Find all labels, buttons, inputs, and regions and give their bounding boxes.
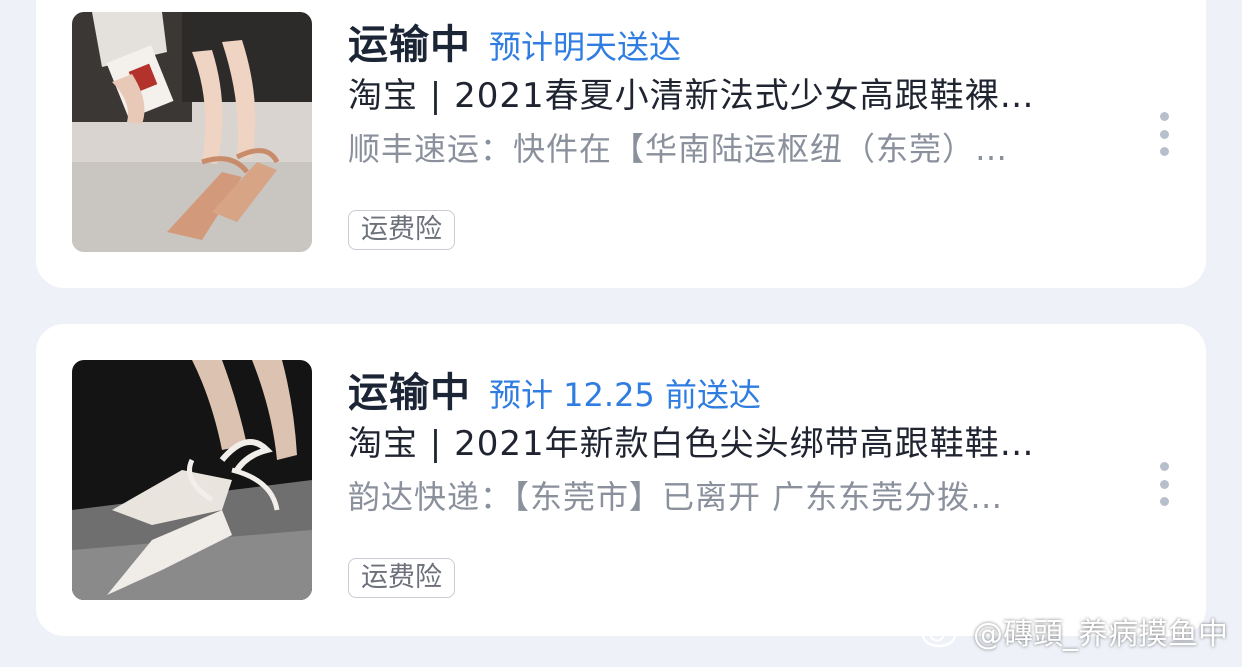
weibo-logo-icon (921, 617, 963, 648)
product-title: 淘宝 | 2021年新款白色尖头绑带高跟鞋鞋… (348, 424, 1035, 464)
product-image[interactable] (72, 12, 312, 252)
status-row: 运输中 预计明天送达 (348, 12, 1128, 68)
shipping-insurance-badge: 运费险 (348, 210, 455, 250)
status-row: 运输中 预计 12.25 前送达 (348, 360, 1128, 416)
tracking-update: 韵达快递：【东莞市】已离开 广东东莞分拨… (348, 478, 1004, 516)
shipping-insurance-badge: 运费险 (348, 558, 455, 598)
tracking-update: 顺丰速运：快件在【华南陆运枢纽（东莞）… (348, 130, 1009, 168)
watermark: @磚頭_养病摸鱼中 (921, 609, 1228, 653)
order-info: 运输中 预计明天送达 淘宝 | 2021春夏小清新法式少女高跟鞋裸… 顺丰速运：… (348, 12, 1128, 250)
more-vertical-icon[interactable] (1158, 112, 1170, 156)
order-card[interactable]: 运输中 预计 12.25 前送达 淘宝 | 2021年新款白色尖头绑带高跟鞋鞋…… (36, 324, 1206, 636)
watermark-text: @磚頭_养病摸鱼中 (973, 617, 1228, 652)
product-title: 淘宝 | 2021春夏小清新法式少女高跟鞋裸… (348, 76, 1035, 116)
delivery-estimate: 预计明天送达 (489, 28, 682, 66)
more-vertical-icon[interactable] (1158, 462, 1170, 506)
shipping-status: 运输中 (348, 22, 471, 68)
shipping-status: 运输中 (348, 370, 471, 416)
product-image[interactable] (72, 360, 312, 600)
delivery-estimate: 预计 12.25 前送达 (489, 376, 761, 414)
order-card[interactable]: 运输中 预计明天送达 淘宝 | 2021春夏小清新法式少女高跟鞋裸… 顺丰速运：… (36, 0, 1206, 288)
order-info: 运输中 预计 12.25 前送达 淘宝 | 2021年新款白色尖头绑带高跟鞋鞋…… (348, 360, 1128, 598)
